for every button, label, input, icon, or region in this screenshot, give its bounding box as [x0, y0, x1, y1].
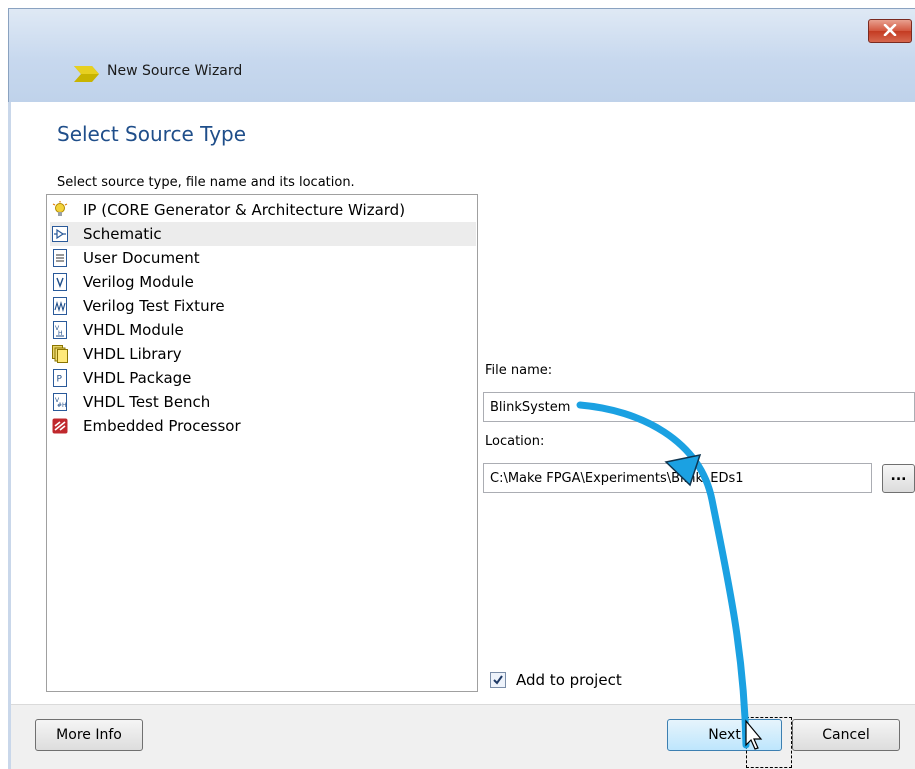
annotation-arrowhead	[664, 454, 702, 487]
annotation-arrow-curve	[576, 401, 750, 749]
new-source-wizard-window: New Source Wizard Select Source Type Sel…	[0, 0, 915, 769]
annotation-overlay	[576, 401, 763, 750]
